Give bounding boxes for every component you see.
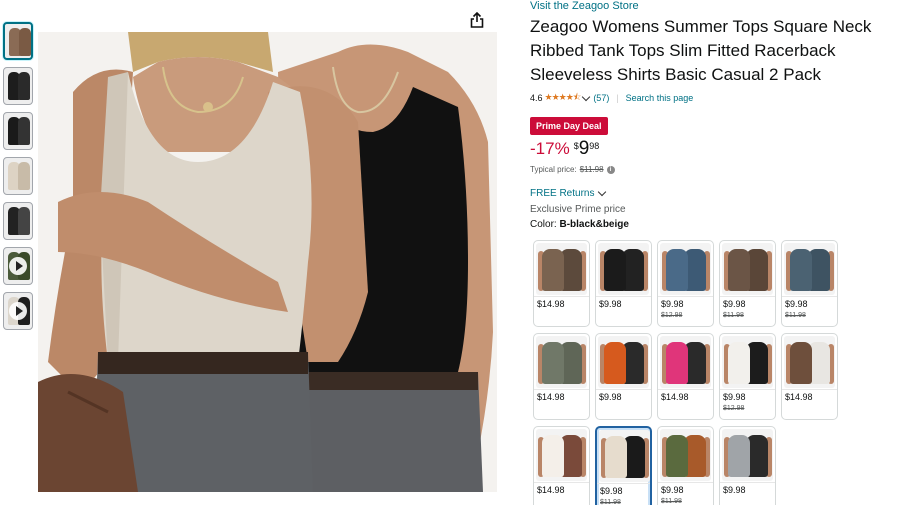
swatch-image bbox=[722, 243, 773, 295]
search-this-page-link[interactable]: Search this page bbox=[626, 93, 694, 103]
swatch-price: $9.98 bbox=[599, 299, 622, 309]
color-swatch[interactable]: $9.98 bbox=[719, 426, 776, 505]
swatch-old-price: $11.98 bbox=[600, 499, 621, 505]
swatch-image bbox=[536, 243, 587, 295]
price-row: -17% $ 9 98 bbox=[530, 139, 900, 161]
free-returns-label: FREE Returns bbox=[530, 188, 595, 199]
price-whole: 9 bbox=[578, 138, 590, 159]
share-button[interactable] bbox=[467, 10, 487, 30]
swatch-old-price: $11.98 bbox=[785, 312, 806, 319]
thumbnail-strip bbox=[3, 22, 35, 337]
play-icon bbox=[9, 302, 27, 320]
swatch-price: $14.98 bbox=[537, 299, 565, 309]
swatch-price: $9.98 bbox=[599, 392, 622, 402]
info-icon[interactable]: i bbox=[606, 165, 615, 174]
color-swatch[interactable]: $14.98 bbox=[657, 333, 714, 420]
thumbnail-2[interactable] bbox=[3, 67, 33, 105]
swatch-image bbox=[598, 336, 649, 388]
swatch-image bbox=[784, 243, 835, 295]
color-swatch[interactable]: $14.98 bbox=[533, 333, 590, 420]
swatch-image bbox=[536, 429, 587, 481]
color-swatch[interactable]: $9.98 bbox=[595, 240, 652, 327]
swatch-image bbox=[660, 336, 711, 388]
color-label: Color: bbox=[530, 219, 557, 230]
color-value: B-black&beige bbox=[559, 219, 629, 230]
swatch-old-price: $12.98 bbox=[661, 312, 683, 319]
color-swatch[interactable]: $9.98 $11.98 bbox=[781, 240, 838, 327]
free-returns-link[interactable]: FREE Returns bbox=[530, 187, 900, 199]
swatch-image bbox=[536, 336, 587, 388]
price-fraction: 98 bbox=[589, 141, 600, 151]
divider: | bbox=[616, 93, 619, 103]
swatch-image bbox=[660, 429, 711, 481]
product-info: Visit the Zeagoo Store Zeagoo Womens Sum… bbox=[530, 0, 900, 230]
color-swatch[interactable]: $9.98 $11.98 bbox=[657, 426, 714, 505]
prime-price-label: Exclusive Prime price bbox=[530, 204, 626, 215]
product-photo bbox=[38, 32, 497, 492]
store-link[interactable]: Visit the Zeagoo Store bbox=[530, 0, 900, 13]
color-swatch[interactable]: $9.98 bbox=[595, 333, 652, 420]
rating-row: 4.6 ★★★★⯪ (57) | Search this page bbox=[530, 92, 900, 104]
typical-price: Typical price: $11.98 i bbox=[530, 165, 900, 174]
swatch-price: $9.98 bbox=[785, 299, 808, 309]
color-swatch[interactable]: $9.98 $11.98 bbox=[595, 426, 652, 505]
thumbnail-1[interactable] bbox=[3, 22, 33, 60]
swatch-price: $9.98 bbox=[600, 486, 623, 496]
thumbnail-4[interactable] bbox=[3, 157, 33, 195]
color-row: Color: B-black&beige bbox=[530, 219, 900, 230]
discount-percent: -17% bbox=[530, 139, 570, 158]
swatch-image bbox=[722, 429, 773, 481]
thumbnail-5[interactable] bbox=[3, 202, 33, 240]
swatch-price: $14.98 bbox=[661, 392, 689, 402]
swatch-price: $9.98 bbox=[723, 485, 746, 495]
swatch-old-price: $11.98 bbox=[723, 312, 744, 319]
typical-price-value: $11.98 bbox=[579, 165, 604, 174]
swatch-price: $9.98 bbox=[661, 299, 684, 309]
color-swatch[interactable]: $9.98 $11.98 bbox=[719, 240, 776, 327]
main-product-image[interactable] bbox=[38, 32, 497, 492]
share-icon bbox=[470, 12, 484, 28]
thumbnail-video-1[interactable] bbox=[3, 247, 33, 285]
chevron-down-icon[interactable] bbox=[582, 92, 591, 101]
swatch-price: $14.98 bbox=[785, 392, 813, 402]
product-title: Zeagoo Womens Summer Tops Square Neck Ri… bbox=[530, 17, 872, 84]
swatch-price: $9.98 bbox=[661, 485, 684, 495]
swatch-image bbox=[660, 243, 711, 295]
swatch-price: $14.98 bbox=[537, 392, 565, 402]
color-swatch[interactable]: $14.98 bbox=[781, 333, 838, 420]
swatch-old-price: $11.98 bbox=[661, 498, 682, 505]
color-swatch[interactable]: $14.98 bbox=[533, 240, 590, 327]
swatch-price: $14.98 bbox=[537, 485, 565, 495]
color-swatch[interactable]: $9.98 $12.98 bbox=[657, 240, 714, 327]
swatch-image bbox=[722, 336, 773, 388]
chevron-down-icon bbox=[598, 187, 607, 197]
thumbnail-3[interactable] bbox=[3, 112, 33, 150]
swatch-image bbox=[784, 336, 835, 388]
play-icon bbox=[9, 257, 27, 275]
swatch-image bbox=[599, 430, 650, 482]
color-swatch[interactable]: $9.98 $12.98 bbox=[719, 333, 776, 420]
swatch-image bbox=[598, 243, 649, 295]
swatch-old-price: $12.98 bbox=[723, 405, 745, 412]
thumbnail-video-2[interactable] bbox=[3, 292, 33, 330]
deal-badge: Prime Day Deal bbox=[530, 117, 608, 135]
swatch-price: $9.98 bbox=[723, 299, 746, 309]
color-swatch[interactable]: $14.98 bbox=[533, 426, 590, 505]
star-rating-icon[interactable]: ★★★★⯪ bbox=[545, 90, 582, 106]
review-count-link[interactable]: (57) bbox=[593, 93, 609, 103]
typical-price-label: Typical price: bbox=[530, 165, 577, 174]
swatch-price: $9.98 bbox=[723, 392, 746, 402]
rating-value: 4.6 bbox=[530, 93, 543, 103]
